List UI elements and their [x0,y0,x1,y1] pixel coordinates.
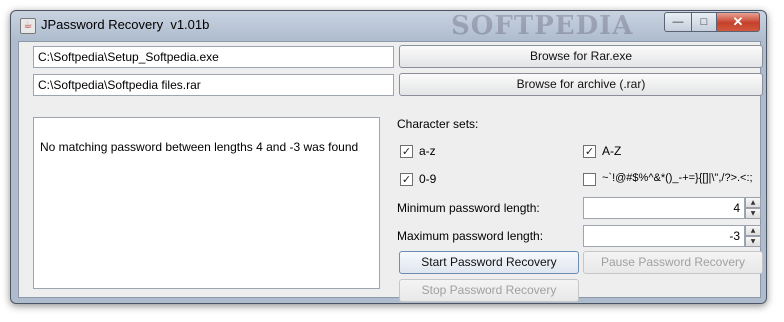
checkbox-lowercase[interactable]: ✓ [400,145,413,158]
charsets-heading: Character sets: [397,117,479,131]
app-window: ☕ JPassword Recovery v1.01b SOFTPEDIA — … [10,10,767,304]
checkbox-symbols[interactable] [583,173,596,186]
min-length-label: Minimum password length: [397,201,540,215]
max-length-up-icon[interactable]: ▲ [745,225,761,236]
title-bar[interactable]: ☕ JPassword Recovery v1.01b SOFTPEDIA — … [11,11,766,41]
min-length-up-icon[interactable]: ▲ [745,197,761,208]
main-panel: C:\Softpedia\Setup_Softpedia.exe Browse … [18,41,763,302]
checkbox-uppercase-label: A-Z [602,144,622,158]
max-length-spinner: ▲ ▼ [745,225,761,247]
min-length-input[interactable]: 4 [583,197,745,219]
softpedia-watermark: SOFTPEDIA [451,11,634,41]
close-button[interactable]: ✕ [717,12,760,32]
archive-path-field[interactable]: C:\Softpedia\Softpedia files.rar [33,74,394,96]
max-length-label: Maximum password length: [397,229,544,243]
window-title: JPassword Recovery v1.01b [41,17,210,32]
maximize-button[interactable]: □ [692,12,717,32]
minimize-button[interactable]: — [664,12,692,32]
min-length-spinner: ▲ ▼ [745,197,761,219]
checkbox-digits[interactable]: ✓ [400,173,413,186]
java-app-icon: ☕ [20,18,36,34]
checkbox-lowercase-label: a-z [419,144,436,158]
pause-recovery-button[interactable]: Pause Password Recovery [583,251,763,274]
output-text-area[interactable]: No matching password between lengths 4 a… [33,117,380,289]
browse-rar-button[interactable]: Browse for Rar.exe [399,45,763,68]
checkbox-uppercase[interactable]: ✓ [583,145,596,158]
output-message: No matching password between lengths 4 a… [40,140,359,154]
stop-recovery-button[interactable]: Stop Password Recovery [399,279,579,302]
browse-archive-button[interactable]: Browse for archive (.rar) [399,73,763,96]
checkbox-digits-label: 0-9 [419,172,437,186]
window-controls: — □ ✕ [664,12,760,32]
max-length-input[interactable]: -3 [583,225,745,247]
checkbox-symbols-label: ~`!@#$%^&*()_-+=}{[]|\",/?>.<:; [602,172,753,184]
rar-exe-path-field[interactable]: C:\Softpedia\Setup_Softpedia.exe [33,46,394,68]
min-length-down-icon[interactable]: ▼ [745,208,761,219]
max-length-down-icon[interactable]: ▼ [745,236,761,247]
start-recovery-button[interactable]: Start Password Recovery [399,251,579,274]
